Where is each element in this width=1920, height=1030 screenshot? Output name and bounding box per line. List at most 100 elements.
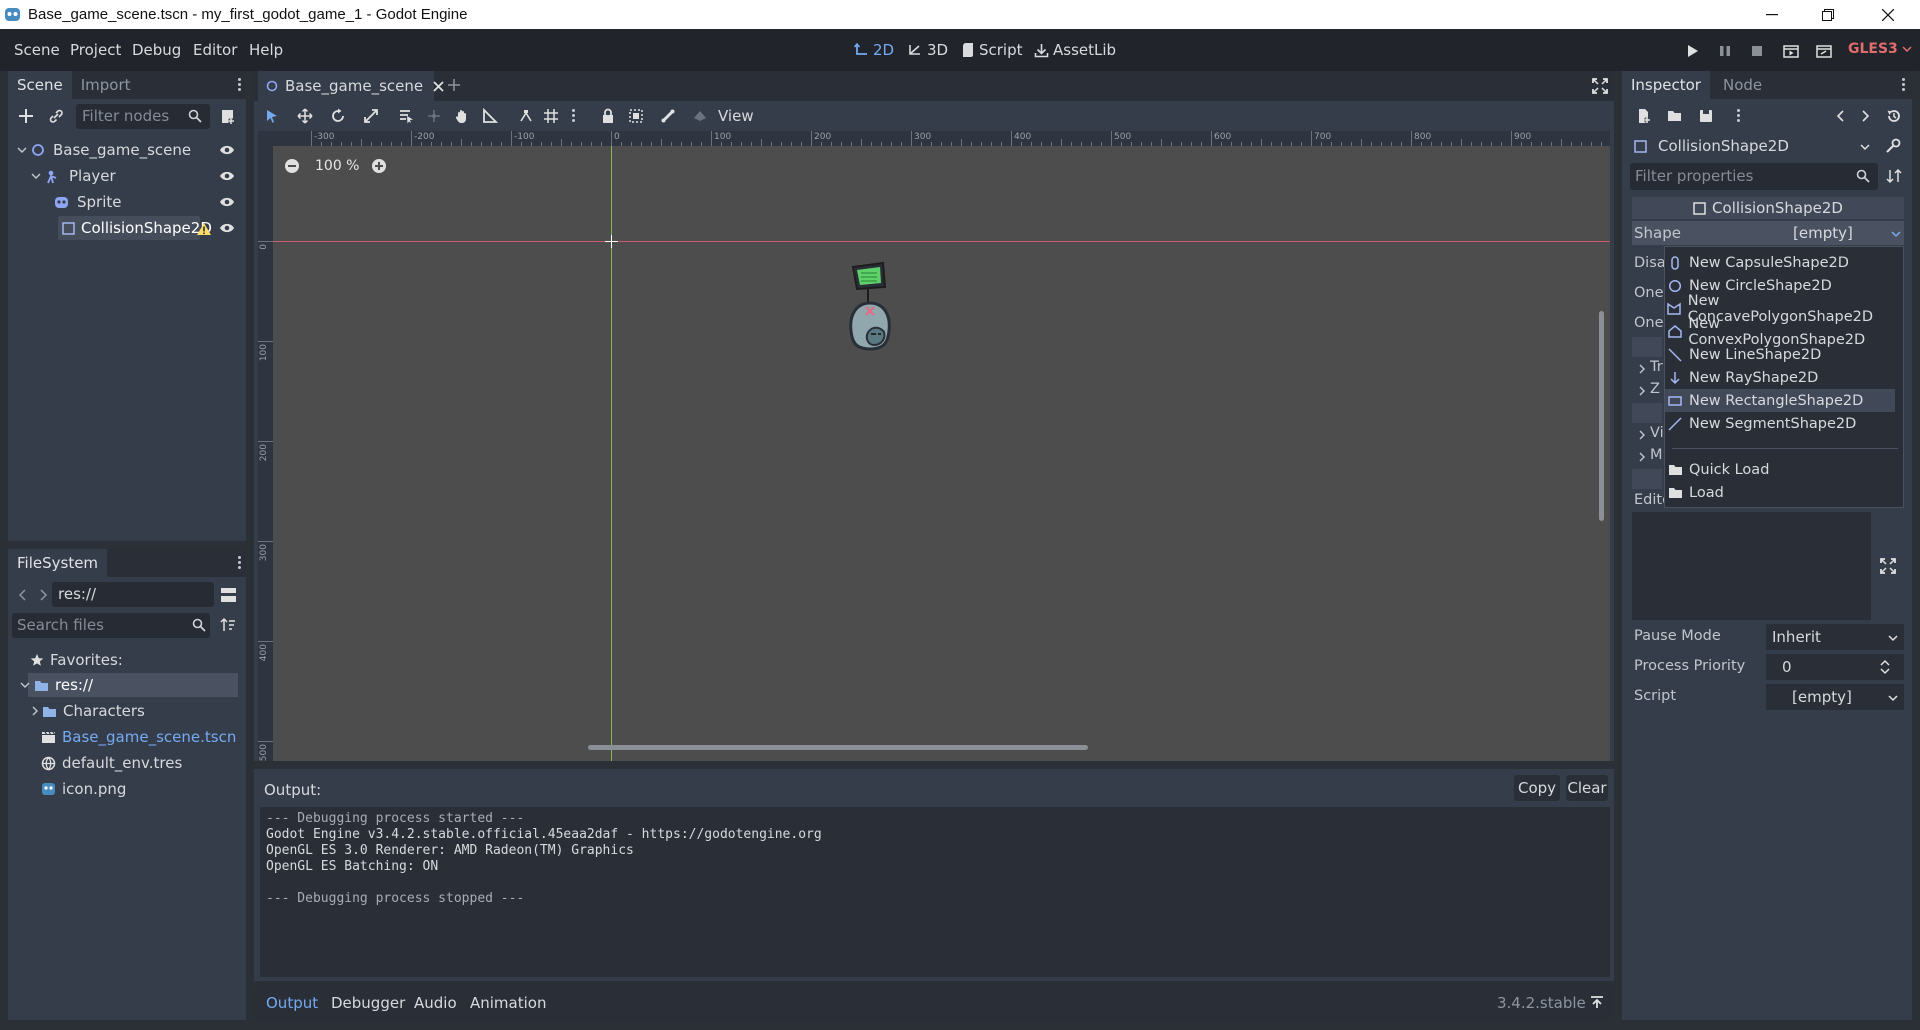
menu-item-new-capsuleshape2d[interactable]: New CapsuleShape2D — [1665, 251, 1895, 274]
fs-item-characters[interactable]: Characters — [30, 699, 145, 723]
workspace-script-button[interactable]: Script — [961, 41, 1023, 59]
new-resource-icon[interactable] — [1636, 108, 1652, 124]
restore-button[interactable] — [1800, 0, 1856, 29]
play-scene-button[interactable] — [1781, 41, 1801, 61]
resource-menu-icon[interactable] — [1735, 107, 1741, 125]
inspector-menu-icon[interactable] — [1900, 76, 1906, 94]
menu-item-new-rayshape2d[interactable]: New RayShape2D — [1665, 366, 1895, 389]
visibility-eye-icon[interactable] — [219, 144, 235, 156]
instance-scene-icon[interactable] — [220, 108, 237, 125]
property-group-transform[interactable]: Tr — [1650, 359, 1663, 375]
minimize-button[interactable] — [1744, 0, 1800, 29]
bottom-tab-output[interactable]: Output — [266, 994, 318, 1012]
zoom-out-icon[interactable] — [284, 158, 300, 174]
shape-value-select[interactable]: [empty] — [1767, 221, 1904, 245]
view-menu[interactable]: View — [718, 107, 754, 125]
filter-properties-input[interactable]: Filter properties — [1630, 163, 1878, 190]
filesystem-menu-icon[interactable] — [236, 554, 242, 572]
filter-options-icon[interactable] — [1886, 168, 1902, 184]
clear-button[interactable]: Clear — [1566, 775, 1608, 801]
move-tool-icon[interactable] — [297, 108, 313, 124]
open-folder-icon[interactable] — [1667, 108, 1683, 124]
object-selector[interactable]: CollisionShape2D — [1630, 133, 1878, 160]
tab-node[interactable]: Node — [1714, 71, 1771, 99]
workspace-2d-button[interactable]: 2D — [853, 41, 894, 59]
close-icon[interactable] — [433, 80, 444, 92]
menu-item-new-convexpolygonshape2d[interactable]: New ConvexPolygonShape2D — [1665, 316, 1895, 348]
history-icon[interactable] — [1886, 108, 1902, 124]
camera-override-icon[interactable] — [692, 108, 708, 124]
visibility-eye-icon[interactable] — [219, 222, 235, 234]
history-back-icon[interactable] — [1836, 109, 1846, 123]
group-icon[interactable] — [628, 108, 644, 124]
zoom-in-icon[interactable] — [371, 158, 387, 174]
forward-arrow-icon[interactable] — [38, 588, 48, 602]
distraction-free-icon[interactable] — [1592, 78, 1608, 94]
fs-item-icon-png[interactable]: icon.png — [41, 777, 126, 801]
select-tool-icon[interactable] — [264, 108, 280, 124]
filter-nodes-input[interactable]: Filter nodes — [76, 104, 210, 129]
stop-button[interactable] — [1747, 41, 1767, 61]
fs-item-res[interactable]: res:// — [20, 673, 238, 697]
tab-import[interactable]: Import — [72, 71, 140, 99]
visibility-eye-icon[interactable] — [219, 196, 235, 208]
editor-description-textarea[interactable] — [1632, 512, 1871, 620]
workspace-3d-button[interactable]: 3D — [907, 41, 948, 59]
horizontal-scrollbar[interactable] — [588, 745, 1088, 750]
pan-hand-icon[interactable] — [454, 108, 470, 124]
tab-filesystem[interactable]: FileSystem — [8, 549, 108, 577]
fs-item-env[interactable]: default_env.tres — [41, 751, 182, 775]
grid-snap-icon[interactable] — [543, 108, 559, 124]
zoom-level[interactable]: 100 % — [315, 158, 359, 174]
ruler-tool-icon[interactable] — [482, 108, 498, 124]
menu-project[interactable]: Project — [70, 41, 121, 59]
property-group-visibility[interactable]: Vi — [1650, 425, 1664, 441]
output-log[interactable]: --- Debugging process started --- Godot E… — [260, 807, 1610, 977]
menu-scene[interactable]: Scene — [14, 41, 60, 59]
add-node-icon[interactable] — [17, 107, 35, 125]
vertical-scrollbar[interactable] — [1599, 311, 1604, 521]
tree-node-sprite[interactable]: Sprite — [54, 190, 234, 214]
menu-debug[interactable]: Debug — [132, 41, 181, 59]
expand-text-icon[interactable] — [1880, 558, 1896, 574]
save-icon[interactable] — [1698, 108, 1714, 124]
snap-toggle-icon[interactable] — [518, 108, 534, 124]
menu-item-new-lineshape2d[interactable]: New LineShape2D — [1665, 343, 1895, 366]
warning-icon[interactable] — [196, 222, 212, 236]
tab-inspector[interactable]: Inspector — [1622, 71, 1710, 99]
menu-item-new-rectangleshape2d[interactable]: New RectangleShape2D — [1665, 389, 1895, 412]
spin-arrows-icon[interactable] — [1880, 659, 1890, 675]
process-priority-spinbox[interactable]: 0 — [1766, 654, 1904, 680]
menu-editor[interactable]: Editor — [193, 41, 237, 59]
pause-button[interactable] — [1715, 41, 1735, 61]
bottom-tab-debugger[interactable]: Debugger — [331, 994, 405, 1012]
fs-item-scene[interactable]: Base_game_scene.tscn — [41, 725, 236, 749]
scale-tool-icon[interactable] — [363, 108, 379, 124]
scene-dock-menu-icon[interactable] — [236, 76, 242, 94]
bone-icon[interactable] — [660, 108, 676, 124]
split-mode-icon[interactable] — [220, 587, 237, 603]
pause-mode-select[interactable]: Inherit — [1766, 624, 1904, 650]
tree-node-base-game-scene[interactable]: Base_game_scene — [16, 138, 246, 162]
workspace-assetlib-button[interactable]: AssetLib — [1034, 41, 1116, 59]
object-properties-icon[interactable] — [1884, 137, 1902, 155]
history-forward-icon[interactable] — [1860, 109, 1870, 123]
canvas-viewport[interactable]: -300 -200 -100 0 100 200 300 400 500 600 700 800 900… — [258, 131, 1610, 761]
tree-node-player[interactable]: Player — [30, 164, 230, 188]
list-select-icon[interactable] — [398, 108, 414, 124]
copy-button[interactable]: Copy — [1514, 775, 1560, 801]
search-files-input[interactable]: Search files — [12, 613, 210, 638]
script-select[interactable]: [empty] — [1766, 684, 1904, 710]
play-button[interactable] — [1682, 41, 1702, 61]
tab-scene[interactable]: Scene — [8, 71, 72, 99]
menu-item-load[interactable]: Load — [1665, 481, 1895, 504]
favorites-row[interactable]: Favorites: — [30, 648, 123, 672]
property-group-z-index[interactable]: Z — [1650, 381, 1660, 397]
expand-panel-icon[interactable] — [1590, 995, 1604, 1009]
pivot-tool-icon[interactable] — [426, 108, 442, 124]
scene-tab-base-game-scene[interactable]: Base_game_scene — [258, 71, 444, 101]
property-group-material[interactable]: M — [1650, 447, 1663, 463]
rotate-tool-icon[interactable] — [330, 108, 346, 124]
play-custom-scene-button[interactable] — [1814, 41, 1834, 61]
sort-icon[interactable] — [220, 617, 236, 633]
